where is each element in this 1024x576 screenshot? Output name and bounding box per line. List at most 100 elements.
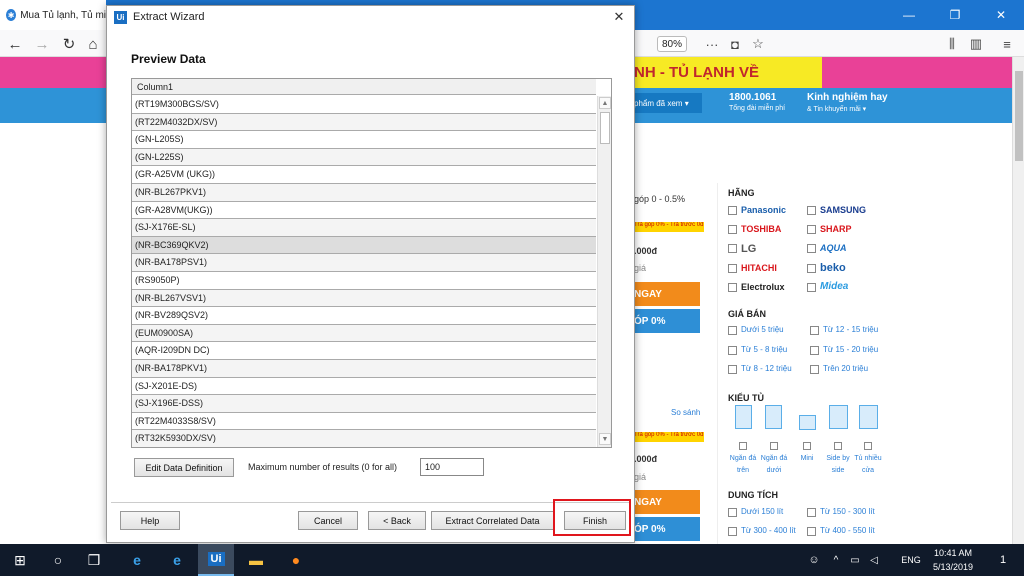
grid-row[interactable]: (NR-BA178PSV1) — [132, 254, 596, 272]
sidebar-icon[interactable]: ▥ — [966, 34, 986, 54]
price-option[interactable]: Từ 8 - 12 triệu — [741, 364, 792, 373]
grid-row[interactable]: (SJ-X176E-SL) — [132, 219, 596, 237]
mini-fridge-icon[interactable] — [799, 415, 816, 430]
capacity-option[interactable]: Dưới 150 lít — [741, 507, 783, 516]
price-option[interactable]: Từ 15 - 20 triệu — [823, 345, 878, 354]
grid-row[interactable]: (GN-L225S) — [132, 148, 596, 167]
task-view-icon[interactable]: ❒ — [76, 544, 112, 576]
extract-correlated-data-button[interactable]: Extract Correlated Data — [431, 511, 554, 530]
price-checkbox[interactable] — [810, 346, 819, 355]
cancel-button[interactable]: Cancel — [298, 511, 358, 530]
tray-chevron-icon[interactable]: ^ — [826, 544, 846, 576]
column-header[interactable]: Column1 — [132, 79, 596, 95]
dialog-titlebar[interactable]: Ui Extract Wizard — [107, 6, 634, 28]
capacity-option[interactable]: Từ 300 - 400 lít — [741, 526, 796, 535]
scroll-down-icon[interactable]: ▼ — [599, 433, 611, 445]
language-indicator[interactable]: ENG — [898, 555, 924, 565]
internet-explorer-icon[interactable]: e — [119, 544, 155, 576]
compare-link[interactable]: So sánh — [671, 408, 700, 417]
price-option[interactable]: Từ 5 - 8 triệu — [741, 345, 787, 354]
bookmark-star-icon[interactable]: ☆ — [748, 34, 768, 54]
brand-hitachi[interactable]: HITACHI — [741, 263, 777, 273]
search-icon[interactable]: ○ — [40, 544, 76, 576]
price-checkbox[interactable] — [728, 326, 737, 335]
brand-checkbox[interactable] — [807, 264, 816, 273]
pocket-icon[interactable]: ◘ — [725, 34, 745, 54]
brand-lg[interactable]: LG — [741, 243, 756, 255]
grid-scrollbar[interactable]: ▲ ▼ — [597, 96, 611, 447]
grid-row[interactable]: (AQR-I209DN DC) — [132, 342, 596, 360]
brand-aqua[interactable]: AQUA — [820, 243, 847, 253]
grid-row[interactable]: (NR-BC369QKV2) — [132, 236, 596, 255]
price-option[interactable]: Trên 20 triệu — [823, 364, 868, 373]
type-checkbox[interactable] — [739, 442, 747, 450]
installment-button[interactable]: ÓP 0% — [632, 309, 700, 333]
hotline-number[interactable]: 1800.1061 — [729, 92, 776, 103]
experience-subtitle[interactable]: & Tin khuyến mãi ▾ — [807, 105, 866, 113]
page-scrollbar[interactable] — [1012, 57, 1024, 544]
grid-row[interactable]: (NR-BL267VSV1) — [132, 289, 596, 308]
brand-checkbox[interactable] — [728, 264, 737, 273]
capacity-option[interactable]: Từ 150 - 300 lít — [820, 507, 875, 516]
installment-button[interactable]: ÓP 0% — [632, 517, 700, 541]
grid-row[interactable]: (RT22M4033S8/SV) — [132, 412, 596, 431]
action-center-icon[interactable]: 1 — [990, 544, 1016, 576]
capacity-checkbox[interactable] — [728, 527, 737, 536]
minimize-icon[interactable]: — — [886, 0, 932, 30]
edit-data-definition-button[interactable]: Edit Data Definition — [134, 458, 234, 477]
brand-checkbox[interactable] — [728, 283, 737, 292]
brand-checkbox[interactable] — [807, 283, 816, 292]
grid-row[interactable]: (EUM0900SA) — [132, 324, 596, 343]
window-close-icon[interactable]: ✕ — [978, 0, 1024, 30]
preview-data-grid[interactable]: Column1 (RT19M300BGS/SV) (RT22M4032DX/SV)… — [131, 78, 612, 448]
back-icon[interactable]: ← — [4, 33, 26, 55]
multi-door-fridge-icon[interactable] — [859, 405, 878, 429]
edge-icon[interactable]: e — [159, 544, 195, 576]
experience-link[interactable]: Kinh nghiệm hay — [807, 92, 888, 103]
grid-row[interactable]: (GR-A25VM (UKG)) — [132, 166, 596, 184]
type-checkbox[interactable] — [770, 442, 778, 450]
grid-row[interactable]: (RT22M4032DX/SV) — [132, 113, 596, 132]
grid-row[interactable]: (RT32K5930DX/SV) — [132, 430, 596, 447]
menu-icon[interactable]: ≡ — [997, 34, 1017, 54]
grid-row[interactable]: (NR-BA178PKV1) — [132, 360, 596, 378]
grid-row[interactable]: (SJ-X196E-DSS) — [132, 395, 596, 413]
grid-row[interactable]: (RT19M300BGS/SV) — [132, 96, 596, 114]
viewed-products-dropdown[interactable]: phẩm đã xem ▾ — [632, 93, 702, 113]
buy-now-button[interactable]: NGAY — [632, 282, 700, 306]
scroll-up-icon[interactable]: ▲ — [599, 97, 611, 109]
forward-icon[interactable]: → — [31, 33, 53, 55]
brand-sharp[interactable]: SHARP — [820, 224, 852, 234]
brand-checkbox[interactable] — [728, 244, 737, 253]
brand-midea[interactable]: Midea — [820, 281, 848, 292]
brand-electrolux[interactable]: Electrolux — [741, 282, 785, 292]
restore-icon[interactable]: ❐ — [932, 0, 978, 30]
grid-row[interactable]: (NR-BL267PKV1) — [132, 184, 596, 202]
capacity-checkbox[interactable] — [807, 527, 816, 536]
volume-icon[interactable]: ◁ — [864, 544, 884, 576]
type-checkbox[interactable] — [864, 442, 872, 450]
type-checkbox[interactable] — [803, 442, 811, 450]
price-option[interactable]: Từ 12 - 15 triệu — [823, 325, 878, 334]
grid-row[interactable]: (GN-L205S) — [132, 131, 596, 149]
price-option[interactable]: Dưới 5 triệu — [741, 325, 784, 334]
capacity-option[interactable]: Từ 400 - 550 lít — [820, 526, 875, 535]
brand-toshiba[interactable]: TOSHIBA — [741, 224, 781, 234]
side-by-side-fridge-icon[interactable] — [829, 405, 848, 429]
grid-row[interactable]: (RS9050P) — [132, 272, 596, 290]
grid-row[interactable]: (SJ-X201E-DS) — [132, 377, 596, 396]
page-scrollbar-thumb[interactable] — [1015, 71, 1023, 161]
capacity-checkbox[interactable] — [728, 508, 737, 517]
fridge-top-freezer-icon[interactable] — [735, 405, 752, 429]
price-checkbox[interactable] — [728, 365, 737, 374]
brand-checkbox[interactable] — [728, 225, 737, 234]
buy-now-button[interactable]: NGAY — [632, 490, 700, 514]
clock-date[interactable]: 5/13/2019 — [928, 562, 978, 572]
help-button[interactable]: Help — [120, 511, 180, 530]
max-results-input[interactable]: 100 — [420, 458, 484, 476]
grid-row[interactable]: (NR-BV289QSV2) — [132, 307, 596, 325]
people-icon[interactable]: ☺ — [802, 544, 826, 576]
back-button[interactable]: < Back — [368, 511, 426, 530]
dialog-close-icon[interactable]: ✕ — [610, 8, 628, 26]
reload-icon[interactable]: ↻ — [58, 33, 80, 55]
